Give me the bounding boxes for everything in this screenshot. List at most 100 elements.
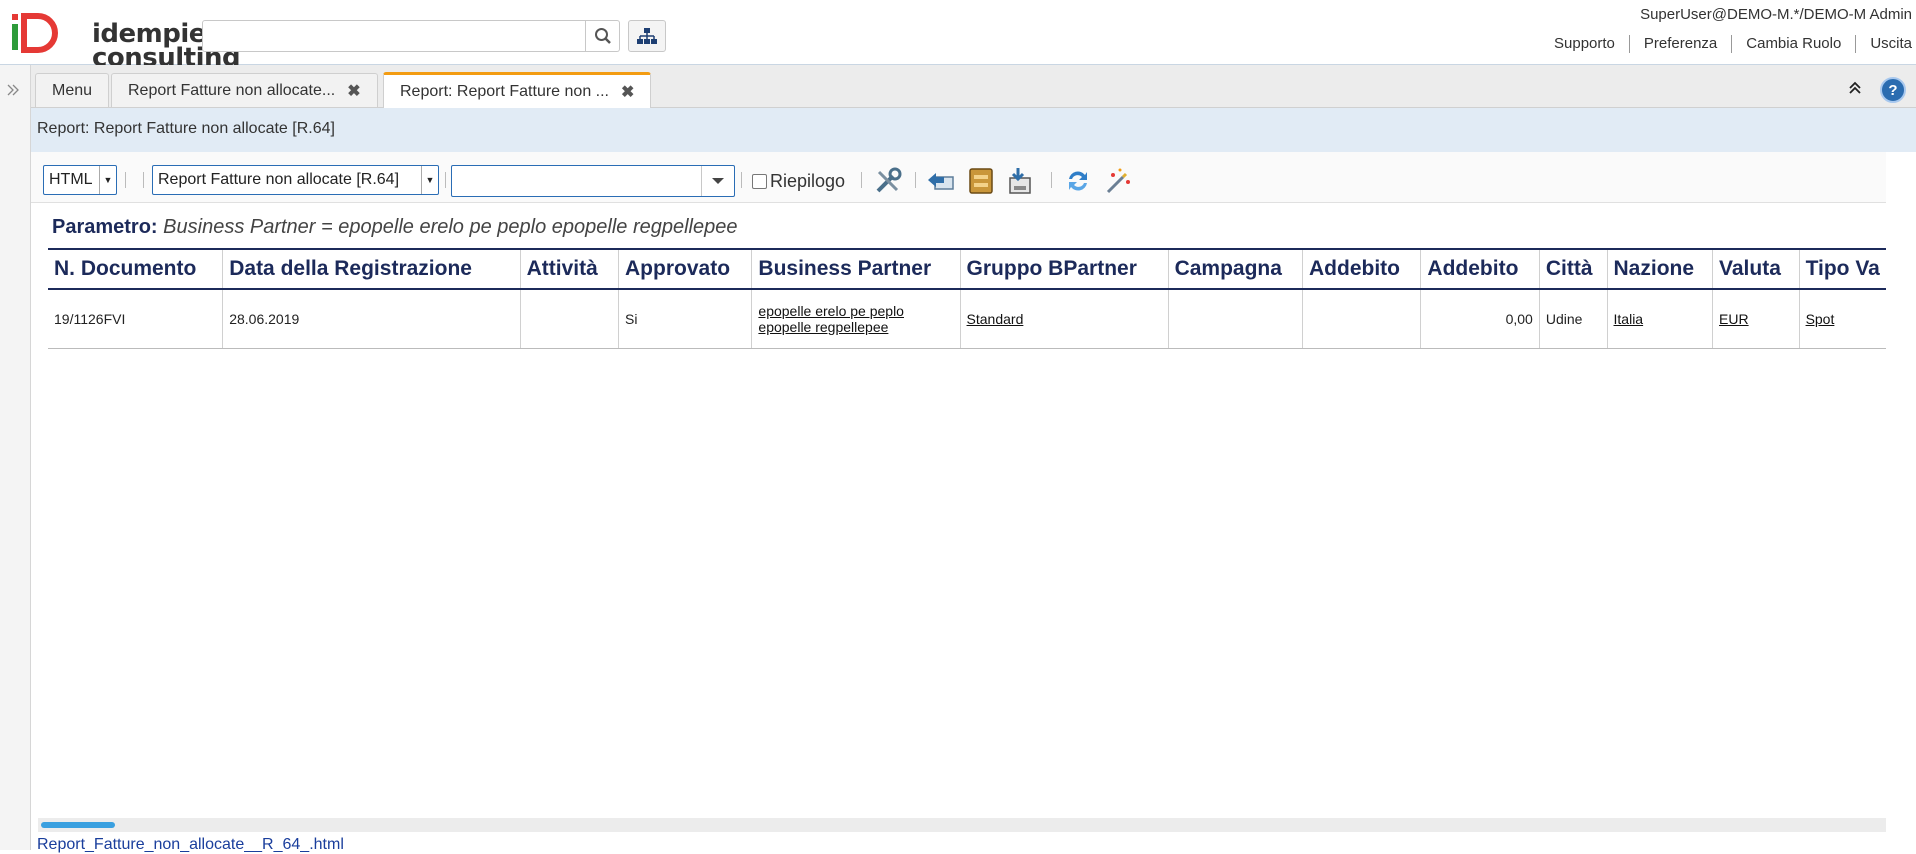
bpartner-link[interactable]: epopelle erelo pe peplo epopelle regpell… <box>758 303 904 335</box>
cell-date: 28.06.2019 <box>222 289 521 349</box>
cell-country: Italia <box>1607 289 1714 349</box>
toolbar-separator <box>445 172 446 188</box>
send-mail-icon <box>928 173 954 190</box>
help-icon[interactable]: ? <box>1880 77 1906 103</box>
report-file-link[interactable]: Report_Fatture_non_allocate__R_64_.html <box>37 836 344 854</box>
send-mail-button[interactable] <box>925 165 957 197</box>
tab-label: Menu <box>52 81 93 99</box>
cell-doc-number: 19/1126FVI <box>48 289 224 349</box>
horizontal-scrollbar[interactable] <box>38 818 1886 832</box>
bp-group-link[interactable]: Standard <box>967 311 1024 327</box>
link-supporto[interactable]: Supporto <box>1540 35 1630 53</box>
col-header: Approvato <box>618 248 753 290</box>
cell-debit-1 <box>1302 289 1422 349</box>
combo-dropdown-button[interactable] <box>701 166 734 196</box>
col-header: Valuta <box>1712 248 1800 290</box>
refresh-icon <box>1069 171 1087 191</box>
toolbar-separator <box>741 172 742 188</box>
app-header: idempiere consulting SuperUser@DEMO-M.*/… <box>0 0 1916 71</box>
cell-activity <box>520 289 620 349</box>
export-icon <box>1009 168 1031 194</box>
link-preferenza[interactable]: Preferenza <box>1630 35 1733 53</box>
report-select[interactable]: Report Fatture non allocate [R.64] ▼ <box>152 165 439 195</box>
print-format-combo[interactable] <box>451 165 735 197</box>
tab-bar: Menu Report Fatture non allocate... ✖ Re… <box>31 65 1916 108</box>
menu-tree-button[interactable] <box>628 20 666 52</box>
table-header-row: N. Documento Data della Registrazione At… <box>48 248 1886 290</box>
col-header: Gruppo BPartner <box>960 248 1169 290</box>
tab-report-fatture[interactable]: Report Fatture non allocate... ✖ <box>111 73 378 107</box>
param-value: Business Partner = epopelle erelo pe pep… <box>163 216 738 238</box>
global-search-input[interactable] <box>202 20 586 52</box>
col-header: Nazione <box>1607 248 1714 290</box>
toolbar-separator <box>1051 172 1052 188</box>
tab-menu[interactable]: Menu <box>35 73 110 107</box>
scrollbar-thumb[interactable] <box>41 822 115 828</box>
cell-currency: EUR <box>1712 289 1800 349</box>
tab-report-viewer[interactable]: Report: Report Fatture non ... ✖ <box>383 72 652 108</box>
toolbar-separator <box>125 172 126 188</box>
archive-icon <box>969 168 993 194</box>
country-link[interactable]: Italia <box>1614 311 1644 327</box>
col-header: Campagna <box>1168 248 1304 290</box>
sitemap-icon <box>637 28 657 44</box>
tab-label: Report: Report Fatture non ... <box>400 82 609 100</box>
report-table: N. Documento Data della Registrazione At… <box>48 248 1886 349</box>
col-header: Addebito <box>1302 248 1422 290</box>
report-select-value: Report Fatture non allocate [R.64] <box>158 171 400 188</box>
output-format-value: HTML <box>49 171 93 188</box>
report-title-bar: Report: Report Fatture non allocate [R.6… <box>31 108 1916 152</box>
report-toolbar: HTML ▼ Report Fatture non allocate [R.64… <box>31 152 1886 203</box>
search-icon <box>594 28 611 44</box>
col-header: N. Documento <box>48 248 224 290</box>
col-header: Attività <box>520 248 620 290</box>
page-title: Report: Report Fatture non allocate [R.6… <box>37 120 335 137</box>
close-icon[interactable]: ✖ <box>347 81 360 101</box>
tab-label: Report Fatture non allocate... <box>128 81 336 99</box>
tabbar-actions: ? <box>1848 77 1906 103</box>
chevron-down-icon: ▼ <box>421 166 438 194</box>
cell-bpartner: epopelle erelo pe peplo epopelle regpell… <box>751 289 961 349</box>
cell-rate-type: Spot <box>1799 289 1886 349</box>
checkbox-box[interactable] <box>752 174 767 189</box>
cell-approved: Si <box>618 289 753 349</box>
output-format-select[interactable]: HTML ▼ <box>43 165 117 195</box>
west-panel <box>0 65 31 850</box>
export-button[interactable] <box>1003 165 1035 197</box>
summary-label: Riepilogo <box>770 171 846 191</box>
collapse-header-icon[interactable] <box>1848 81 1862 100</box>
rate-type-link[interactable]: Spot <box>1806 311 1835 327</box>
col-header: Addebito <box>1420 248 1540 290</box>
report-parameter: Parametro: Business Partner = epopelle e… <box>52 216 737 239</box>
double-chevron-right-icon <box>7 84 19 96</box>
link-uscita[interactable]: Uscita <box>1856 35 1912 53</box>
idempiere-logo[interactable]: idempiere consulting <box>8 10 241 71</box>
wizard-button[interactable] <box>1102 165 1134 197</box>
cell-city: Udine <box>1539 289 1608 349</box>
user-info: SuperUser@DEMO-M.*/DEMO-M Admin <box>1640 6 1912 23</box>
toolbar-separator <box>861 172 862 188</box>
cell-debit-2: 0,00 <box>1420 289 1540 349</box>
chevron-down-icon <box>712 178 724 184</box>
tools-icon <box>876 167 902 193</box>
archive-button[interactable] <box>965 165 997 197</box>
link-cambia-ruolo[interactable]: Cambia Ruolo <box>1732 35 1857 53</box>
customize-button[interactable] <box>872 165 904 197</box>
col-header: Data della Registrazione <box>222 248 521 290</box>
header-links: Supporto Preferenza Cambia Ruolo Uscita <box>1540 35 1912 53</box>
summary-checkbox[interactable]: Riepilogo <box>752 171 845 192</box>
search-button[interactable] <box>586 20 620 52</box>
currency-link[interactable]: EUR <box>1719 311 1749 327</box>
refresh-button[interactable] <box>1062 165 1094 197</box>
col-header: Tipo Va <box>1799 248 1886 290</box>
close-icon[interactable]: ✖ <box>621 82 634 102</box>
cell-campaign <box>1168 289 1304 349</box>
magic-wand-icon <box>1106 168 1130 194</box>
col-header: Business Partner <box>751 248 961 290</box>
chevron-down-icon: ▼ <box>99 166 116 194</box>
double-chevron-up-icon <box>1849 81 1861 94</box>
logo-mark-icon <box>12 13 58 53</box>
cell-bp-group: Standard <box>960 289 1169 349</box>
toolbar-separator <box>143 172 144 188</box>
col-header: Città <box>1539 248 1608 290</box>
